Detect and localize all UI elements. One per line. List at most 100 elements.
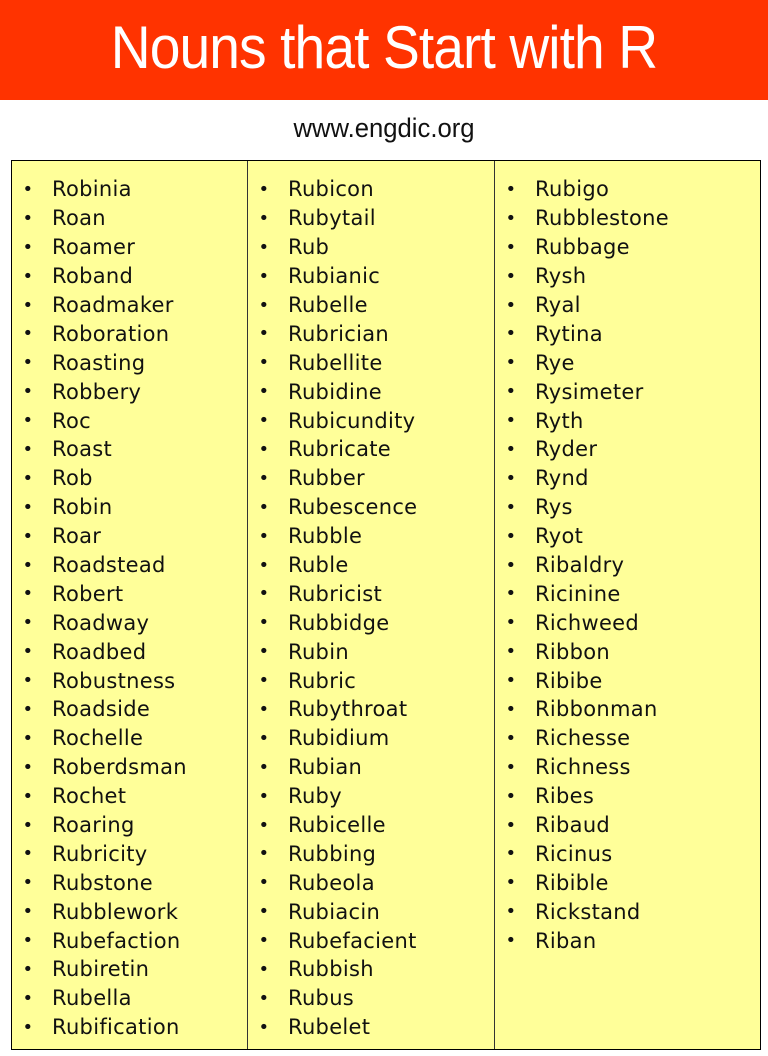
list-item: • Rubbish [248, 955, 494, 984]
bullet-icon: • [22, 843, 34, 865]
website-label: www.engdic.org [293, 113, 475, 143]
bullet-icon: • [258, 612, 270, 634]
word-text: Ryal [535, 293, 581, 317]
word-text: Rubbish [288, 957, 374, 982]
word-list: • Robinia • Roan • Roamer • Roband • Roadmaker • Ro… [12, 161, 247, 1042]
bullet-icon: • [505, 872, 517, 894]
bullet-icon: • [505, 381, 517, 403]
bullet-icon: • [22, 1016, 34, 1038]
title-banner: Nouns that Start with R [0, 0, 768, 100]
word-text: Rys [535, 495, 573, 520]
word-text: Robustness [52, 668, 176, 693]
list-item: • Roast [12, 435, 247, 464]
list-item: • Richesse [495, 724, 759, 753]
word-text: Roaring [52, 813, 135, 838]
list-item: • Roaring [12, 811, 247, 840]
word-text: Roband [52, 264, 134, 289]
bullet-icon: • [258, 814, 270, 836]
list-item: • Rubicundity [248, 406, 494, 435]
bullet-icon: • [505, 438, 517, 460]
list-item: • Rubus [248, 984, 494, 1013]
bullet-icon: • [505, 467, 517, 489]
word-text: Ribaldry [535, 553, 625, 578]
word-text: Rytina [535, 321, 603, 346]
list-item: • Rob [12, 464, 247, 493]
word-text: Rub [288, 235, 330, 260]
list-item: • Rubicelle [248, 811, 494, 840]
bullet-icon: • [258, 641, 270, 663]
bullet-icon: • [22, 496, 34, 518]
bullet-icon: • [258, 1016, 270, 1038]
word-text: Rubytail [288, 206, 376, 231]
bullet-icon: • [22, 381, 34, 403]
word-text: Robin [52, 495, 113, 520]
word-text: Roboration [52, 321, 170, 346]
word-text: Ribbon [535, 639, 611, 664]
bullet-icon: • [22, 467, 34, 489]
bullet-icon: • [505, 814, 517, 836]
list-item: • Rytina [495, 319, 759, 348]
list-item: • Rubellite [248, 348, 494, 377]
word-text: Rubification [52, 1015, 180, 1040]
bullet-icon: • [505, 236, 517, 258]
list-item: • Rysh [495, 262, 759, 291]
list-item: • Roasting [12, 348, 247, 377]
list-item: • Rubidium [248, 724, 494, 753]
word-text: Rubicon [288, 177, 374, 202]
list-item: • Rubelet [248, 1013, 494, 1042]
list-item: • Ryder [495, 435, 759, 464]
word-text: Rubianic [288, 264, 381, 289]
list-item: • Rickstand [495, 897, 759, 926]
bullet-icon: • [505, 207, 517, 229]
list-item: • Roadside [12, 695, 247, 724]
list-item: • Roboration [12, 319, 247, 348]
bullet-icon: • [258, 785, 270, 807]
word-text: Rubicelle [288, 813, 386, 838]
bullet-icon: • [22, 872, 34, 894]
word-text: Roan [52, 206, 106, 231]
bullet-icon: • [258, 554, 270, 576]
word-text: Rubefacient [288, 928, 417, 953]
list-item: • Rubescence [248, 493, 494, 522]
bullet-icon: • [22, 236, 34, 258]
page-title: Nouns that Start with R [110, 14, 658, 81]
word-text: Rubellite [288, 350, 383, 375]
bullet-icon: • [258, 438, 270, 460]
bullet-icon: • [258, 930, 270, 952]
bullet-icon: • [258, 525, 270, 547]
bullet-icon: • [258, 670, 270, 692]
word-text: Rubidine [288, 379, 382, 404]
bullet-icon: • [505, 641, 517, 663]
list-item: • Rubythroat [248, 695, 494, 724]
word-text: Ruble [288, 553, 349, 578]
list-item: • Richweed [495, 608, 759, 637]
bullet-icon: • [22, 727, 34, 749]
list-item: • Rubble [248, 522, 494, 551]
bullet-icon: • [22, 525, 34, 547]
bullet-icon: • [22, 583, 34, 605]
word-text: Robert [52, 581, 124, 606]
word-text: Robbery [52, 379, 142, 404]
bullet-icon: • [505, 930, 517, 952]
word-table: • Robinia • Roan • Roamer • Roband • Roadmaker • Ro… [11, 160, 761, 1050]
bullet-icon: • [505, 785, 517, 807]
word-text: Rochet [52, 784, 127, 809]
bullet-icon: • [505, 698, 517, 720]
list-item: • Rubidine [248, 377, 494, 406]
list-item: • Roadstead [12, 551, 247, 580]
bullet-icon: • [22, 612, 34, 634]
word-text: Richesse [535, 726, 631, 751]
word-text: Rynd [535, 466, 589, 491]
word-text: Ruby [288, 784, 342, 809]
list-item: • Ribaud [495, 811, 759, 840]
list-item: • Roadway [12, 608, 247, 637]
word-text: Ribible [535, 870, 609, 895]
list-item: • Rubbidge [248, 608, 494, 637]
bullet-icon: • [258, 294, 270, 316]
bullet-icon: • [22, 901, 34, 923]
word-text: Rubblestone [535, 206, 669, 231]
bullet-icon: • [22, 641, 34, 663]
list-item: • Riban [495, 926, 759, 955]
list-item: • Rubefaction [12, 926, 247, 955]
bullet-icon: • [258, 727, 270, 749]
